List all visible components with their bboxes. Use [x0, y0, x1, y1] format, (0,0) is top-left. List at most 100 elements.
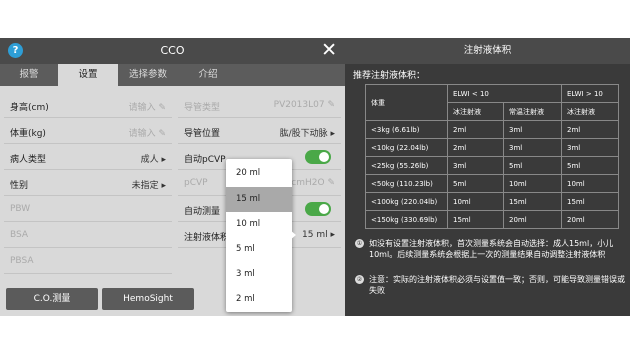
dropdown-option-selected[interactable]: 15 ml	[226, 187, 292, 212]
table-header-cell: 常温注射液	[503, 102, 562, 121]
weight-label: 体重(kg)	[10, 129, 46, 139]
panel-title: 注射液体积	[345, 38, 630, 64]
cco-dialog: ? CCO ✕ 报警 设置 选择参数 介绍 身高(cm) 请输入 ✎ 体重(kg)…	[0, 38, 345, 316]
close-icon[interactable]: ✕	[321, 39, 337, 61]
gender-label: 性别	[10, 181, 29, 191]
table-cell: <150kg (330.69lb)	[365, 210, 448, 229]
panel-subtitle: 推荐注射液体积：	[353, 71, 426, 81]
tab-bar: 报警 设置 选择参数 介绍	[0, 64, 345, 86]
table-cell: 2ml	[447, 120, 504, 139]
table-header-cell: ELWI < 10	[447, 84, 562, 103]
note-2-text: 注意：实际的注射液体积必须与设置值一致；否则，可能导致测量错误或失败	[369, 275, 625, 295]
table-cell: 3ml	[503, 138, 562, 157]
recommended-volume-table: 体重 ELWI < 10 ELWI > 10 冰注射液 常温注射液 冰注射液 <…	[365, 84, 619, 229]
table-header-cell: ELWI > 10	[561, 84, 619, 103]
note-number-icon: ②	[355, 275, 364, 284]
pcvp-value[interactable]: 5cmH2O ✎	[286, 178, 335, 188]
table-cell: 10ml	[447, 192, 504, 211]
dialog-titlebar: ? CCO ✕	[0, 38, 345, 64]
dialog-title: CCO	[160, 44, 185, 57]
height-label: 身高(cm)	[10, 103, 49, 113]
table-cell: 5ml	[561, 156, 619, 175]
table-cell: <50kg (110.23lb)	[365, 174, 448, 193]
catheter-position-row[interactable]: 导管位置 肱/股下动脉 ▸	[178, 118, 341, 144]
bsa-row: BSA	[4, 222, 172, 248]
table-cell: 5ml	[503, 156, 562, 175]
patient-type-label: 病人类型	[10, 155, 47, 165]
auto-pcvp-toggle[interactable]	[305, 150, 331, 164]
table-row: <150kg (330.69lb) 15ml 20ml 20ml	[365, 210, 619, 229]
table-row: <100kg (220.04lb) 10ml 15ml 15ml	[365, 192, 619, 211]
injectate-volume-panel: 注射液体积 推荐注射液体积： 体重 ELWI < 10 ELWI > 10 冰注…	[345, 38, 630, 316]
auto-measure-label: 自动测量	[184, 207, 221, 217]
table-header-row: 体重 ELWI < 10 ELWI > 10	[365, 84, 619, 121]
dropdown-pointer	[290, 230, 296, 240]
injectate-volume-dropdown: 20 ml 15 ml 10 ml 5 ml 3 ml 2 ml	[226, 159, 292, 312]
catheter-position-value[interactable]: 肱/股下动脉 ▸	[280, 126, 335, 139]
weight-value[interactable]: 请输入 ✎	[129, 126, 166, 139]
dropdown-option[interactable]: 20 ml	[226, 161, 292, 186]
table-row: <3kg (6.61lb) 2ml 3ml 2ml	[365, 120, 619, 139]
note-number-icon: ①	[355, 239, 364, 248]
height-row[interactable]: 身高(cm) 请输入 ✎	[4, 92, 172, 118]
table-cell: <100kg (220.04lb)	[365, 192, 448, 211]
table-cell: 20ml	[561, 210, 619, 229]
table-cell: 3ml	[561, 138, 619, 157]
table-header-cell: 冰注射液	[447, 102, 504, 121]
tab-select-params[interactable]: 选择参数	[118, 64, 178, 86]
injectate-volume-value[interactable]: 15 ml ▸	[302, 230, 335, 240]
table-row: <25kg (55.26lb) 3ml 5ml 5ml	[365, 156, 619, 175]
pbsa-label: PBSA	[10, 256, 34, 266]
auto-pcvp-label: 自动pCVP	[184, 155, 226, 165]
table-header-cell: 体重	[365, 84, 448, 121]
bsa-label: BSA	[10, 230, 29, 240]
weight-row[interactable]: 体重(kg) 请输入 ✎	[4, 118, 172, 144]
table-cell: <25kg (55.26lb)	[365, 156, 448, 175]
table-cell: 3ml	[447, 156, 504, 175]
dropdown-option[interactable]: 3 ml	[226, 262, 292, 287]
auto-measure-toggle[interactable]	[305, 202, 331, 216]
catheter-type-label: 导管类型	[184, 103, 221, 113]
pbw-row: PBW	[4, 196, 172, 222]
patient-type-value[interactable]: 成人 ▸	[141, 152, 166, 165]
dropdown-option[interactable]: 5 ml	[226, 237, 292, 262]
table-cell: 10ml	[503, 174, 562, 193]
dropdown-option[interactable]: 10 ml	[226, 212, 292, 237]
tab-alarm[interactable]: 报警	[0, 64, 58, 86]
pbw-label: PBW	[10, 204, 31, 214]
injectate-volume-label: 注射液体积	[184, 233, 230, 243]
table-row: <50kg (110.23lb) 5ml 10ml 10ml	[365, 174, 619, 193]
table-cell: <10kg (22.04lb)	[365, 138, 448, 157]
patient-settings-column: 身高(cm) 请输入 ✎ 体重(kg) 请输入 ✎ 病人类型 成人 ▸ 性别 未指定 ▸…	[4, 92, 172, 274]
gender-row[interactable]: 性别 未指定 ▸	[4, 170, 172, 196]
pcvp-label: pCVP	[184, 178, 208, 188]
table-cell: 3ml	[503, 120, 562, 139]
patient-type-row[interactable]: 病人类型 成人 ▸	[4, 144, 172, 170]
table-cell: 20ml	[503, 210, 562, 229]
table-cell: 5ml	[447, 174, 504, 193]
table-cell: 15ml	[561, 192, 619, 211]
table-cell: <3kg (6.61lb)	[365, 120, 448, 139]
hemosight-button[interactable]: HemoSight	[102, 288, 194, 310]
table-cell: 2ml	[447, 138, 504, 157]
tab-settings[interactable]: 设置	[58, 64, 118, 86]
catheter-type-value[interactable]: PV2013L07 ✎	[274, 100, 335, 110]
gender-value[interactable]: 未指定 ▸	[132, 178, 166, 191]
top-margin	[0, 0, 630, 38]
table-cell: 15ml	[447, 210, 504, 229]
dropdown-option[interactable]: 2 ml	[226, 287, 292, 312]
note-1: ① 如没有设置注射液体积，首次测量系统会自动选择：成人15ml，小儿10ml。后…	[355, 238, 625, 260]
tab-intro[interactable]: 介绍	[178, 64, 238, 86]
note-1-text: 如没有设置注射液体积，首次测量系统会自动选择：成人15ml，小儿10ml。后续测…	[369, 239, 614, 259]
pbsa-row: PBSA	[4, 248, 172, 274]
table-header-cell: 冰注射液	[561, 102, 619, 121]
catheter-position-label: 导管位置	[184, 129, 221, 139]
catheter-type-row[interactable]: 导管类型 PV2013L07 ✎	[178, 92, 341, 118]
note-2: ② 注意：实际的注射液体积必须与设置值一致；否则，可能导致测量错误或失败	[355, 274, 625, 296]
table-cell: 15ml	[503, 192, 562, 211]
table-cell: 2ml	[561, 120, 619, 139]
table-cell: 10ml	[561, 174, 619, 193]
table-row: <10kg (22.04lb) 2ml 3ml 3ml	[365, 138, 619, 157]
co-measure-button[interactable]: C.O.测量	[6, 288, 98, 310]
height-value[interactable]: 请输入 ✎	[129, 100, 166, 113]
